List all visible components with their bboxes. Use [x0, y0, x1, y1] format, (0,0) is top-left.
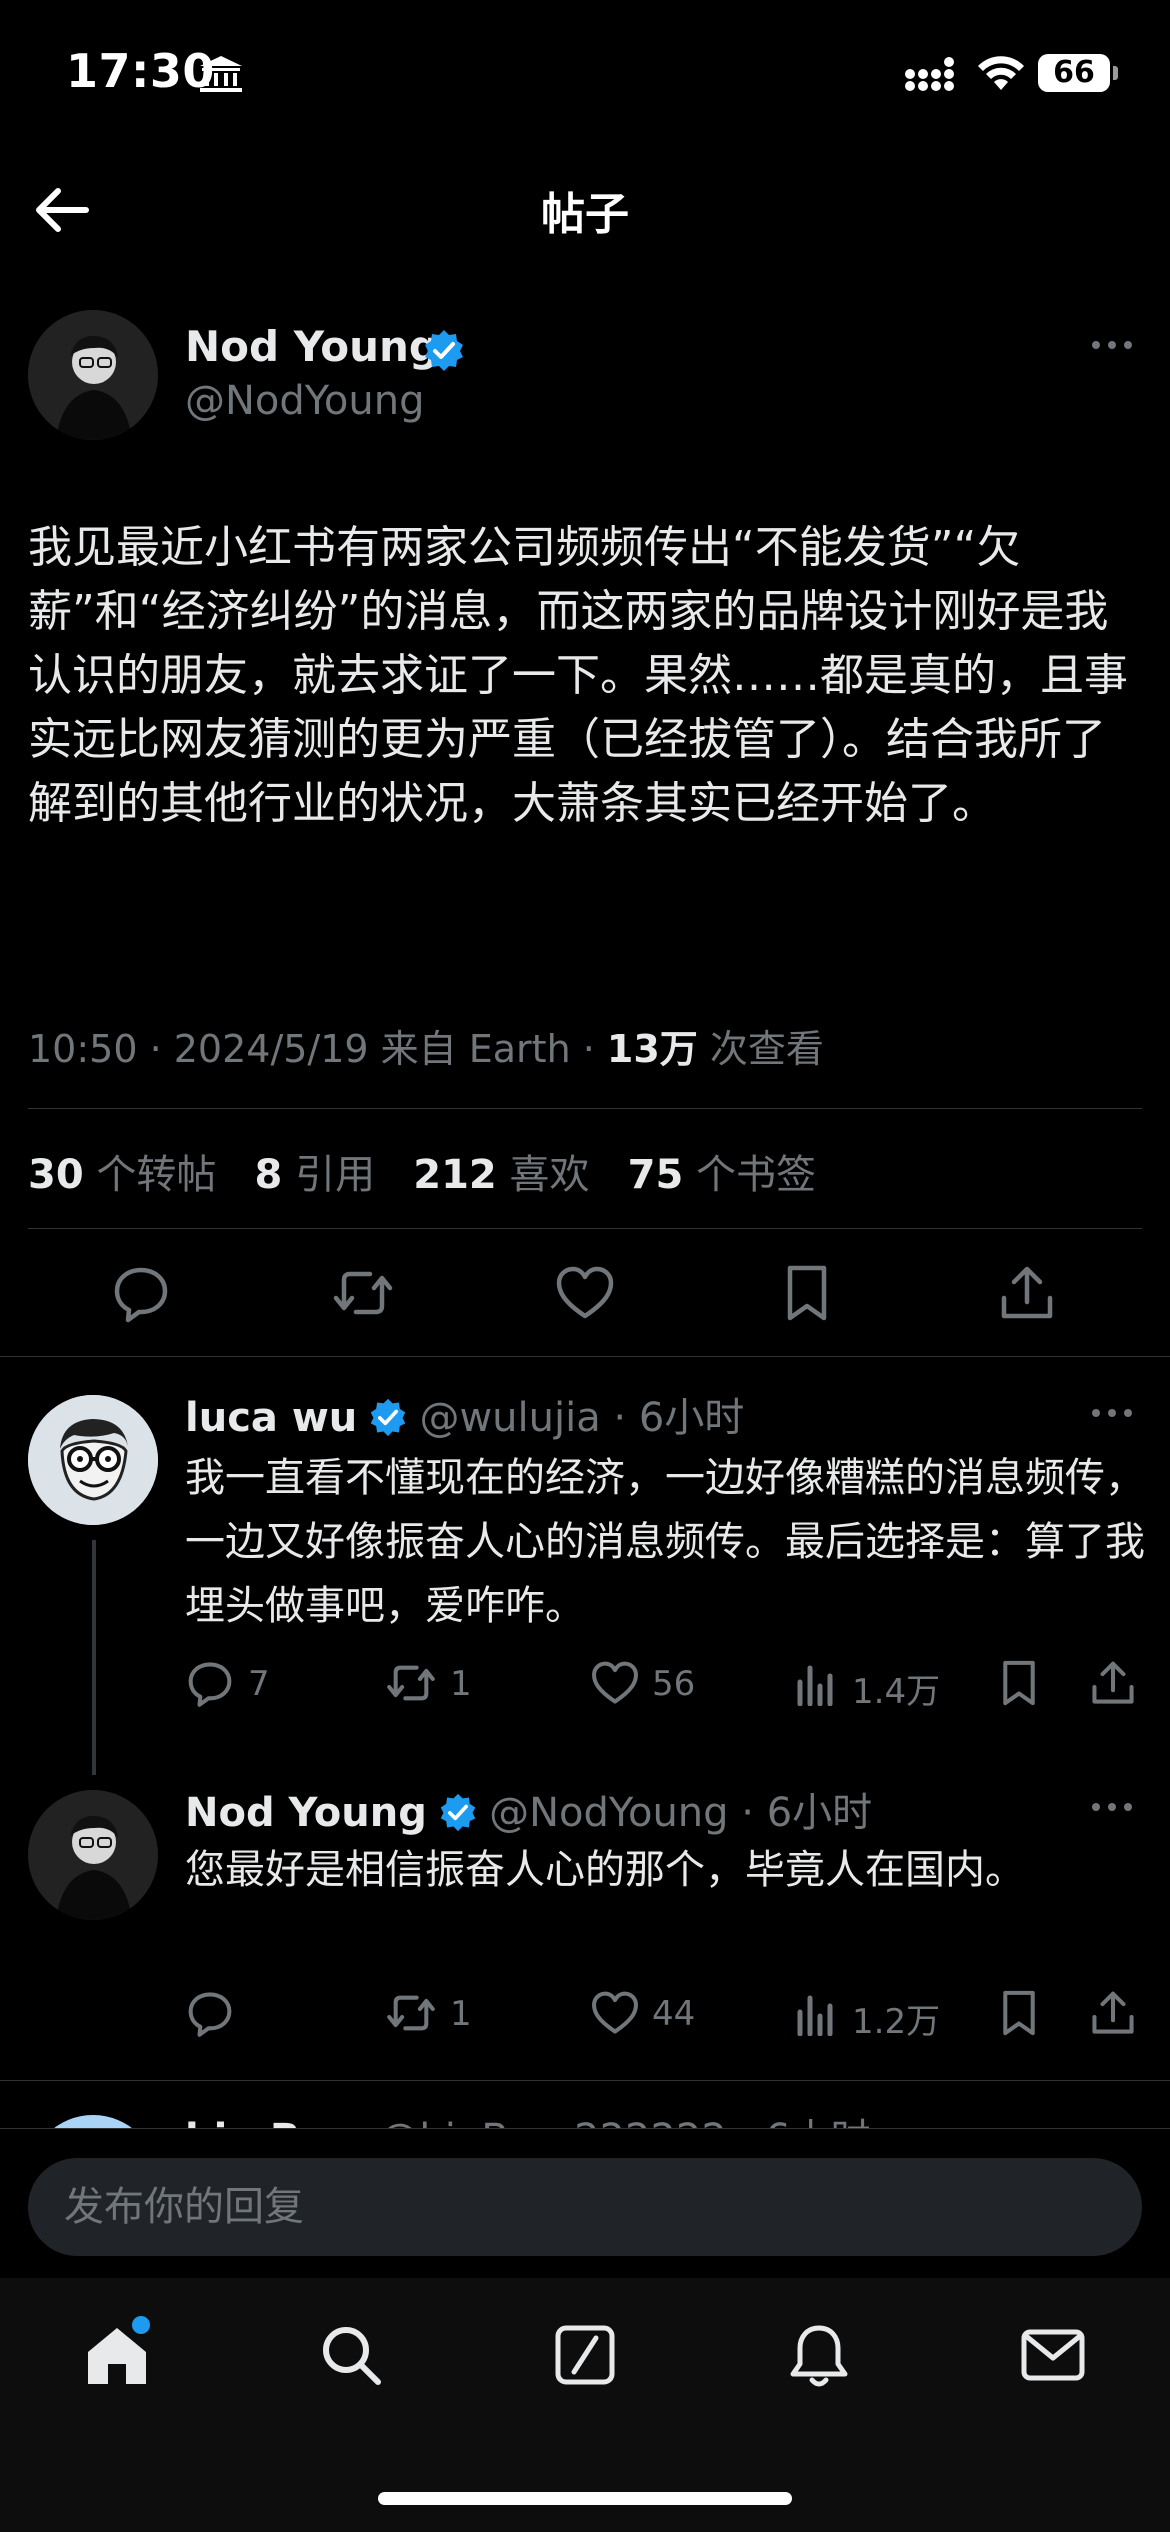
reply-input[interactable]: [28, 2158, 1142, 2256]
reply-icon: [188, 1662, 232, 1707]
messages-icon: [1021, 2329, 1085, 2381]
share-button[interactable]: [996, 1262, 1058, 1324]
more-options-icon[interactable]: [1090, 1800, 1134, 1814]
reply-author-name[interactable]: Nod Young: [185, 1790, 427, 1836]
reply-time: · 6小时: [728, 1790, 873, 1836]
retweet-button[interactable]: [330, 1262, 396, 1324]
quotes-count[interactable]: 8: [255, 1152, 283, 1198]
bank-icon: [198, 54, 244, 94]
views-icon: [797, 1665, 833, 1706]
post-body: 我见最近小红书有两家公司频频传出“不能发货”“欠薪”和“经济纠纷”的消息，而这两…: [28, 522, 1128, 829]
reply-icon: [114, 1267, 168, 1323]
nav-search[interactable]: [316, 2320, 386, 2390]
post-meta: 10:50 · 2024/5/19 来自 Earth · 13万 次查看: [28, 1018, 824, 1073]
wifi-icon: [976, 52, 1026, 92]
bookmark-icon: [787, 1265, 827, 1321]
retweet-icon: [387, 1995, 435, 2031]
reply-reply-button[interactable]: [185, 1658, 235, 1708]
reply-body: 您最好是相信振奋人心的那个，毕竟人在国内。: [185, 1847, 1025, 1893]
reply-header: Nod Young @NodYoung · 6小时: [185, 1780, 872, 1838]
reply-retweet-button[interactable]: [384, 1658, 438, 1708]
notifications-icon: [790, 2325, 848, 2387]
like-icon: [592, 1661, 638, 1704]
reply-header: luca wu @wulujia · 6小时: [185, 1385, 744, 1443]
reply-retweets-count: 1: [450, 1664, 472, 1704]
reply-share-button[interactable]: [1088, 1988, 1138, 2038]
bookmark-icon: [1003, 1990, 1035, 2036]
bookmark-icon: [1003, 1660, 1035, 1706]
reply-likes-count: 56: [652, 1664, 696, 1704]
avatar[interactable]: [28, 1395, 158, 1525]
nav-messages[interactable]: [1018, 2320, 1088, 2390]
share-icon: [1092, 1991, 1134, 2034]
reply-author-handle[interactable]: @wulujia: [419, 1395, 600, 1441]
search-icon: [323, 2327, 381, 2385]
divider: [0, 1356, 1170, 1357]
reply-retweet-button[interactable]: [384, 1988, 438, 2038]
author-handle[interactable]: @NodYoung: [185, 378, 424, 424]
post-stats: 30 个转帖 8 引用 212 喜欢 75 个书签: [28, 1142, 816, 1200]
reply-body: 我一直看不懂现在的经济，一边好像糟糕的消息频传，一边又好像振奋人心的消息频传。最…: [185, 1455, 1145, 1629]
reply-icon: [188, 1992, 232, 2037]
like-icon: [556, 1266, 614, 1319]
reply-bookmark-button[interactable]: [994, 1658, 1044, 1708]
retweet-icon: [333, 1271, 393, 1315]
verified-badge-icon: [422, 328, 466, 372]
quotes-label[interactable]: 引用: [282, 1152, 375, 1198]
more-options-icon[interactable]: [1090, 1406, 1134, 1420]
like-button[interactable]: [554, 1262, 616, 1324]
divider: [28, 1108, 1142, 1109]
retweet-icon: [387, 1665, 435, 1701]
divider: [0, 2080, 1170, 2081]
home-indicator: [378, 2492, 792, 2505]
retweets-label[interactable]: 个转帖: [84, 1152, 216, 1198]
signal-icon: [904, 56, 960, 92]
reply-time: · 6小时: [600, 1395, 745, 1441]
bookmarks-count[interactable]: 75: [628, 1152, 684, 1198]
reply-likes-count: 44: [652, 1994, 696, 2034]
page-title: 帖子: [541, 189, 629, 240]
reply-views-count: 1.4万: [852, 1672, 941, 1712]
avatar[interactable]: [28, 310, 158, 440]
bookmark-button[interactable]: [776, 1262, 838, 1324]
reply-replies-count: 7: [248, 1664, 270, 1704]
thread-line: [92, 1540, 96, 1775]
post-timestamp: 10:50 · 2024/5/19 来自 Earth ·: [28, 1027, 607, 1071]
battery-nub: [1113, 66, 1118, 80]
likes-count[interactable]: 212: [413, 1152, 497, 1198]
reply-views-button[interactable]: [794, 1660, 838, 1706]
more-options-icon[interactable]: [1090, 338, 1134, 352]
share-icon: [1001, 1266, 1053, 1319]
reply-like-button[interactable]: [590, 1658, 640, 1708]
reply-author-handle[interactable]: @NodYoung: [489, 1790, 728, 1836]
views-icon: [797, 1995, 833, 2036]
bookmarks-label[interactable]: 个书签: [683, 1152, 816, 1198]
grok-icon: [555, 2325, 615, 2385]
likes-label[interactable]: 喜欢: [497, 1152, 589, 1198]
notification-dot: [132, 2316, 150, 2334]
share-icon: [1092, 1661, 1134, 1704]
reply-retweets-count: 1: [450, 1994, 472, 2034]
reply-share-button[interactable]: [1088, 1658, 1138, 1708]
reply-author-name[interactable]: luca wu: [185, 1395, 357, 1441]
reply-views-button[interactable]: [794, 1990, 838, 2036]
reply-views-count: 1.2万: [852, 2002, 941, 2042]
reply-reply-button[interactable]: [185, 1988, 235, 2038]
status-time: 17:30: [66, 44, 215, 98]
avatar[interactable]: [28, 1790, 158, 1920]
battery-icon: 66: [1038, 54, 1110, 92]
views-count[interactable]: 13万: [607, 1027, 698, 1071]
reply-button[interactable]: [110, 1262, 172, 1324]
verified-badge-icon: [368, 1397, 408, 1437]
reply-bookmark-button[interactable]: [994, 1988, 1044, 2038]
views-label: 次查看: [697, 1027, 824, 1071]
like-icon: [592, 1991, 638, 2034]
reply-like-button[interactable]: [590, 1988, 640, 2038]
nav-grok[interactable]: [550, 2320, 620, 2390]
divider: [28, 1228, 1142, 1229]
nav-notifications[interactable]: [784, 2320, 854, 2390]
retweets-count[interactable]: 30: [28, 1152, 84, 1198]
verified-badge-icon: [438, 1792, 478, 1832]
author-name[interactable]: Nod Young: [185, 322, 439, 371]
